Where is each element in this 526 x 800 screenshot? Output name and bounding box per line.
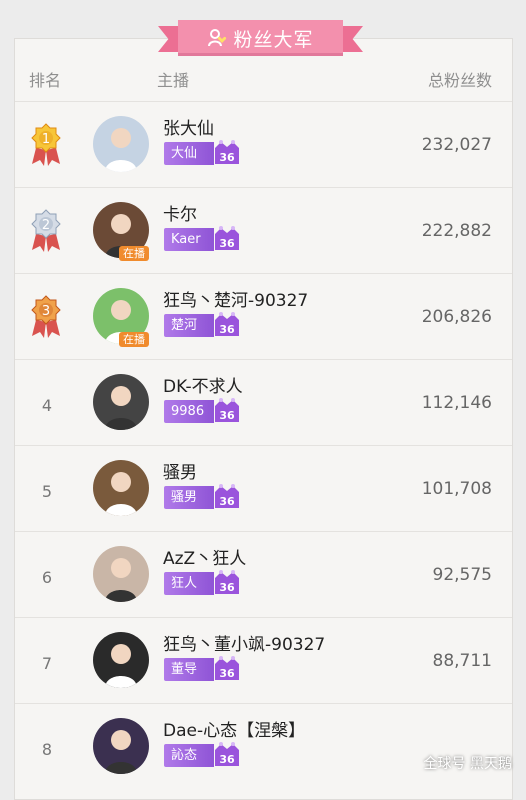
fan-level-text: 36: [219, 581, 235, 594]
anchor-name[interactable]: 张大仙: [163, 114, 214, 139]
table-row[interactable]: 3 在播 狂鸟丶楚河-90327 楚河 36 206,826: [15, 273, 512, 360]
table-row[interactable]: 5 骚男 骚男 36 101,708: [15, 445, 512, 532]
anchor-name[interactable]: Dae-心态【涅槃】: [163, 716, 305, 741]
banner-body: 粉丝大军: [178, 20, 343, 56]
fan-level-crown-icon: 36: [215, 570, 239, 594]
anchor-avatar[interactable]: [93, 546, 149, 602]
bronze-medal-icon: 3: [31, 295, 61, 338]
fan-badge: Kaer: [164, 228, 214, 251]
table-header: 排名 主播 总粉丝数: [15, 67, 512, 97]
medal-rank-text: 2: [42, 218, 50, 233]
rank-number: 8: [41, 740, 53, 759]
fan-badge: 訫态: [164, 744, 214, 767]
fan-level-text: 36: [219, 237, 235, 250]
fan-badge: 董导: [164, 658, 214, 681]
fan-count: 88,711: [432, 651, 492, 671]
avatar-image: [93, 460, 149, 516]
fan-count: 222,882: [421, 221, 492, 241]
watermark-text: 全球号 黑天鹅: [423, 756, 512, 772]
anchor-name[interactable]: 骚男: [163, 458, 197, 483]
rank-number: 4: [41, 396, 53, 415]
fan-count: 112,146: [421, 393, 492, 413]
fan-badge: 大仙: [164, 142, 214, 165]
avatar-image: [93, 546, 149, 602]
fan-count: 92,575: [432, 565, 492, 585]
table-row[interactable]: 6 AzZ丶狂人 狂人 36 92,575: [15, 531, 512, 618]
table-row[interactable]: 1 张大仙 大仙 36 232,027: [15, 101, 512, 188]
fan-level-text: 36: [219, 409, 235, 422]
avatar-image: [93, 374, 149, 430]
fan-army-banner: 粉丝大军: [158, 20, 363, 58]
fan-level-crown-icon: 36: [215, 140, 239, 164]
fan-level-text: 36: [219, 667, 235, 680]
fan-count: 206,826: [421, 307, 492, 327]
banner-title: 粉丝大军: [233, 28, 314, 51]
live-status-badge: 在播: [119, 246, 149, 261]
fan-level-crown-icon: 36: [215, 398, 239, 422]
fan-level-text: 36: [219, 753, 235, 766]
rank-number: 6: [41, 568, 53, 587]
fan-badge: 楚河: [164, 314, 214, 337]
anchor-name[interactable]: AzZ丶狂人: [163, 544, 246, 569]
medal-rank-text: 3: [42, 304, 50, 319]
anchor-avatar[interactable]: [93, 718, 149, 774]
anchor-column-header: 主播: [157, 71, 190, 90]
fan-count: 101,708: [421, 479, 492, 499]
avatar-image: [93, 632, 149, 688]
anchor-name[interactable]: 卡尔: [163, 200, 197, 225]
fan-badge: 骚男: [164, 486, 214, 509]
rank-number: 7: [41, 654, 53, 673]
fan-badge: 9986: [164, 400, 214, 423]
fan-level-text: 36: [219, 323, 235, 336]
anchor-name[interactable]: 狂鸟丶董小飒-90327: [163, 630, 325, 655]
fan-level-crown-icon: 36: [215, 742, 239, 766]
anchor-avatar[interactable]: [93, 116, 149, 172]
rank-column-header: 排名: [29, 71, 62, 90]
table-row[interactable]: 7 狂鸟丶董小飒-90327 董导 36 88,711: [15, 617, 512, 704]
fan-level-text: 36: [219, 495, 235, 508]
fan-count: 232,027: [421, 135, 492, 155]
anchor-name[interactable]: DK-不求人: [163, 372, 243, 397]
medal-rank-text: 1: [42, 132, 50, 147]
fan-level-crown-icon: 36: [215, 484, 239, 508]
fan-level-crown-icon: 36: [215, 226, 239, 250]
avatar-image: [93, 116, 149, 172]
fans-column-header: 总粉丝数: [427, 71, 492, 90]
fan-badge: 狂人: [164, 572, 214, 595]
avatar-image: [93, 718, 149, 774]
silver-medal-icon: 2: [31, 209, 61, 252]
gold-medal-icon: 1: [31, 123, 61, 166]
fan-level-crown-icon: 36: [215, 312, 239, 336]
fan-army-panel: 排名 主播 总粉丝数 1 张大仙 大仙 36 232,027 2 在播 卡尔 K…: [14, 38, 513, 800]
rank-number: 5: [41, 482, 53, 501]
table-row[interactable]: 4 DK-不求人 9986 36 112,146: [15, 359, 512, 446]
anchor-name[interactable]: 狂鸟丶楚河-90327: [163, 286, 308, 311]
fan-user-icon: [208, 29, 227, 47]
table-row[interactable]: 2 在播 卡尔 Kaer 36 222,882: [15, 187, 512, 274]
table-row[interactable]: 8 Dae-心态【涅槃】 訫态 36: [15, 703, 512, 790]
anchor-avatar[interactable]: [93, 460, 149, 516]
anchor-avatar[interactable]: [93, 632, 149, 688]
live-status-badge: 在播: [119, 332, 149, 347]
anchor-avatar[interactable]: [93, 374, 149, 430]
fan-level-crown-icon: 36: [215, 656, 239, 680]
fan-level-text: 36: [219, 151, 235, 164]
